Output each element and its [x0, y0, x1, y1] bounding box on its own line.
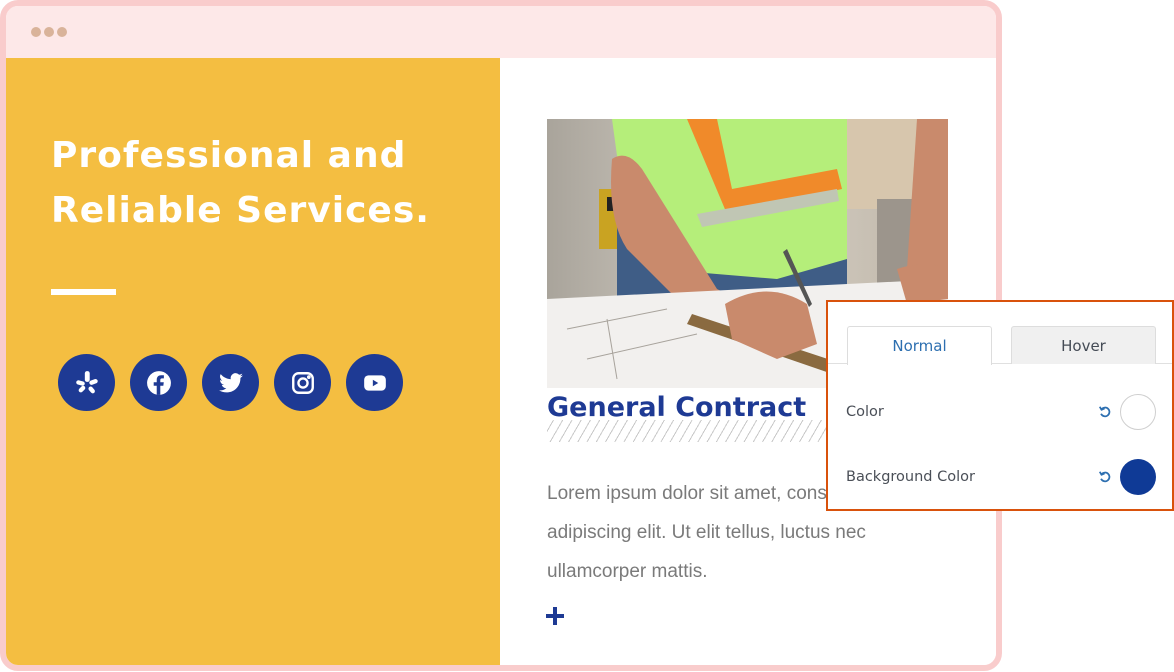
- social-icons: [58, 354, 403, 411]
- tab-hover[interactable]: Hover: [1011, 326, 1156, 364]
- yelp-button[interactable]: [58, 354, 115, 411]
- style-settings-panel: Normal Hover Color Background Color: [826, 300, 1174, 511]
- youtube-icon: [363, 374, 386, 391]
- color-label: Color: [846, 404, 884, 420]
- twitter-icon: [218, 372, 243, 392]
- background-color-setting-row: Background Color: [846, 459, 1156, 495]
- background-color-label: Background Color: [846, 469, 975, 485]
- facebook-button[interactable]: [130, 354, 187, 411]
- headline-divider: [51, 289, 116, 295]
- color-setting-row: Color: [846, 394, 1156, 430]
- headline-line-2: Reliable Services.: [51, 190, 430, 231]
- window-dot[interactable]: [44, 27, 54, 37]
- twitter-button[interactable]: [202, 354, 259, 411]
- reset-icon[interactable]: [1098, 470, 1112, 484]
- expand-button[interactable]: [545, 606, 567, 628]
- reset-icon[interactable]: [1098, 405, 1112, 419]
- hero-section: Professional and Reliable Services.: [6, 58, 500, 665]
- color-swatch[interactable]: [1120, 394, 1156, 430]
- headline-line-1: Professional and: [51, 135, 407, 176]
- instagram-icon: [291, 371, 314, 394]
- plus-icon: [546, 607, 564, 625]
- instagram-button[interactable]: [274, 354, 331, 411]
- service-title: General Contract: [547, 392, 807, 423]
- tab-normal[interactable]: Normal: [847, 326, 992, 365]
- window-dot[interactable]: [31, 27, 41, 37]
- window-dot[interactable]: [57, 27, 67, 37]
- window-controls: [31, 27, 67, 37]
- youtube-button[interactable]: [346, 354, 403, 411]
- hero-headline: Professional and Reliable Services.: [51, 128, 471, 238]
- window-titlebar: [6, 6, 996, 58]
- facebook-icon: [146, 370, 171, 395]
- background-color-swatch[interactable]: [1120, 459, 1156, 495]
- yelp-icon: [75, 370, 98, 393]
- state-tabs: Normal Hover: [828, 326, 1172, 365]
